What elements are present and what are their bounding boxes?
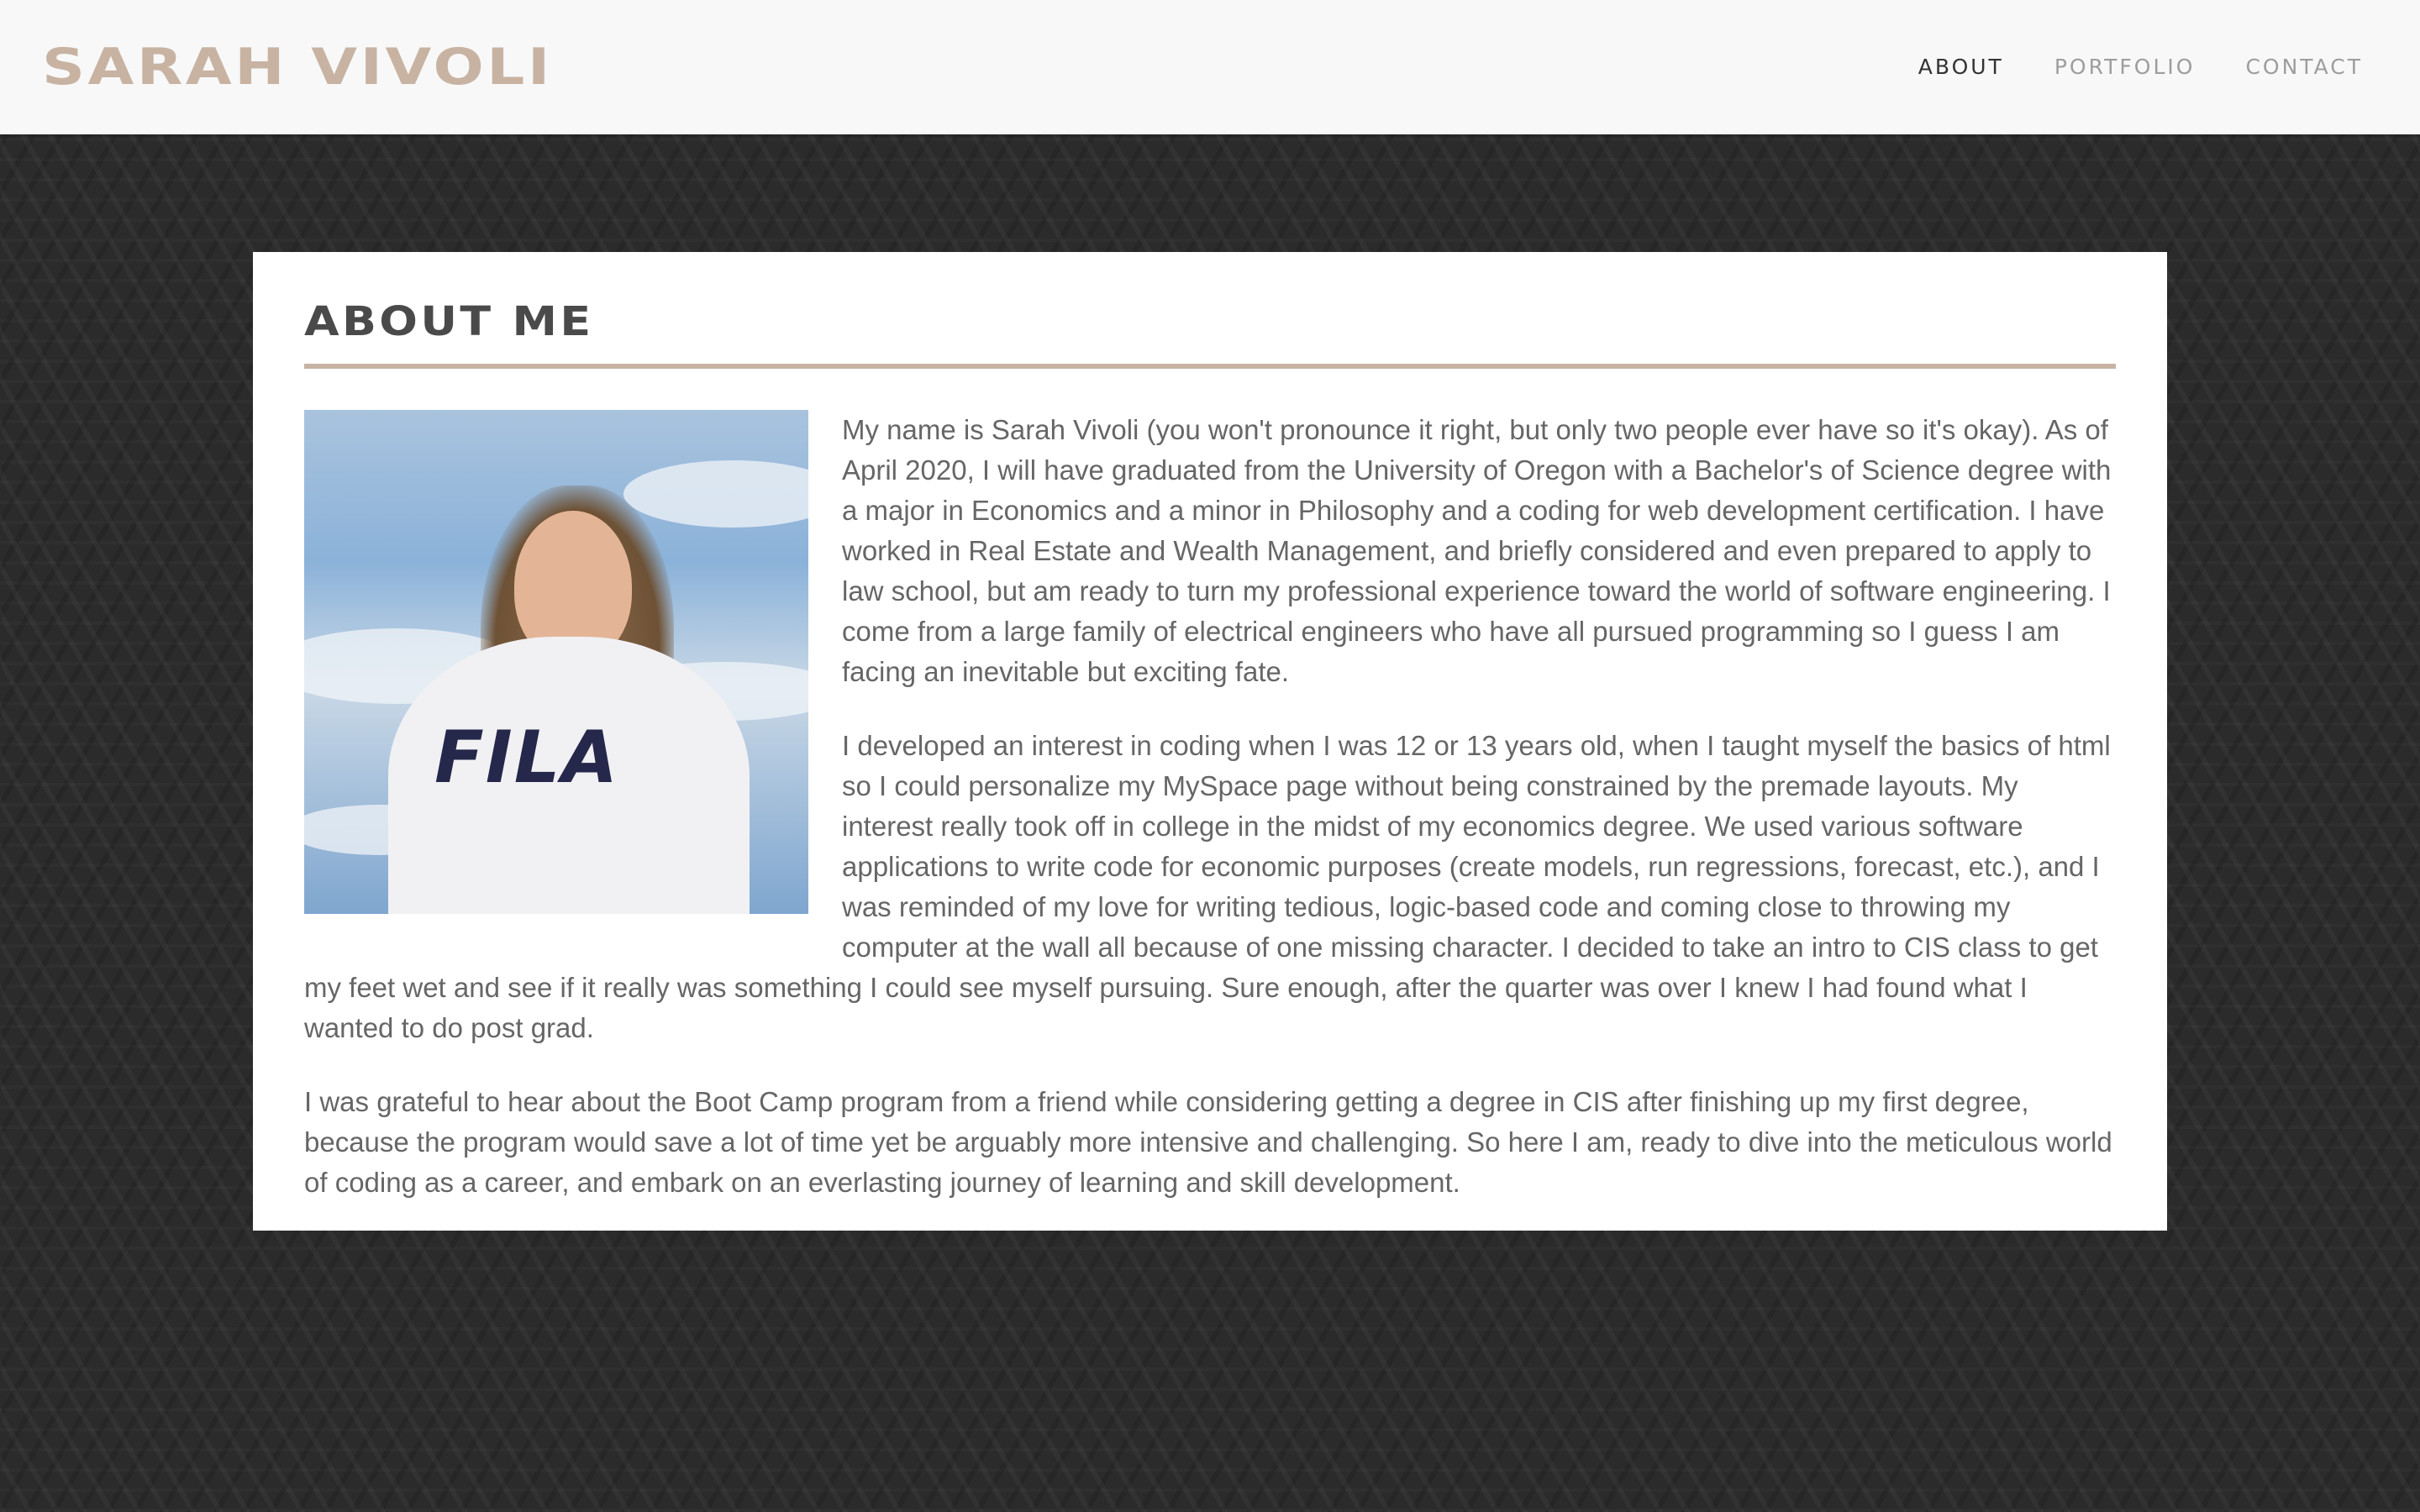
nav-link-about[interactable]: ABOUT xyxy=(1918,49,2004,86)
main-nav: ABOUT PORTFOLIO CONTACT xyxy=(1918,49,2363,86)
about-card: ABOUT ME FILA My name is Sarah Vivoli (y… xyxy=(253,252,2167,1231)
about-paragraph: I was grateful to hear about the Boot Ca… xyxy=(304,1086,2112,1198)
profile-photo: FILA xyxy=(304,410,808,914)
title-divider xyxy=(304,364,2116,369)
about-body: FILA My name is Sarah Vivoli (you won't … xyxy=(304,410,2116,1236)
photo-hoodie-logo: FILA xyxy=(434,716,620,800)
page-title: ABOUT ME xyxy=(304,298,594,345)
brand-logo-link[interactable]: SARAH VIVOLI xyxy=(42,32,553,102)
nav-link-portfolio[interactable]: PORTFOLIO xyxy=(2054,49,2196,86)
nav-link-contact[interactable]: CONTACT xyxy=(2245,49,2363,86)
navbar: SARAH VIVOLI ABOUT PORTFOLIO CONTACT xyxy=(0,0,2420,134)
